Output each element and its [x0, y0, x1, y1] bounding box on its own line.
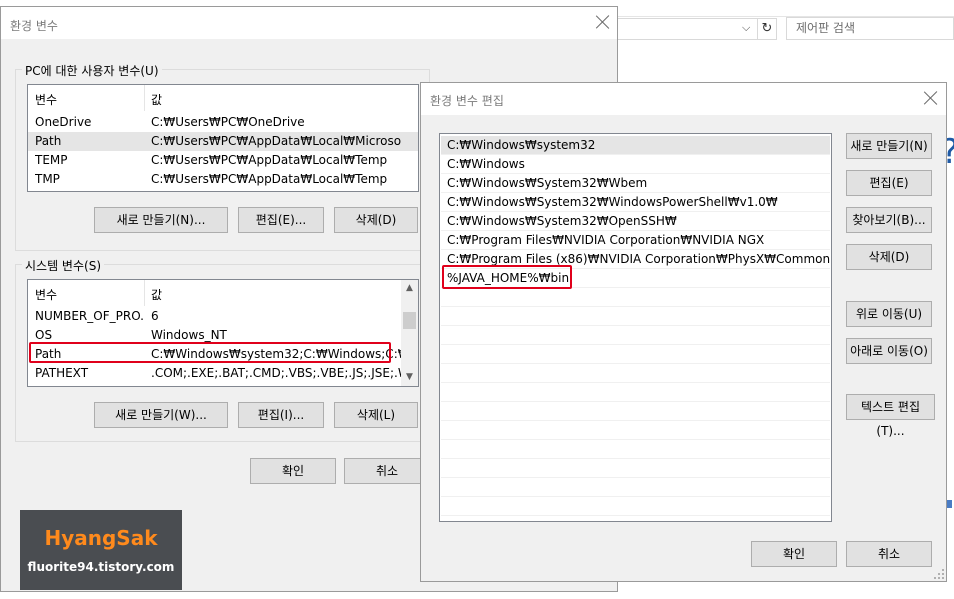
close-icon[interactable] [924, 91, 938, 105]
empty-row[interactable] [441, 440, 830, 459]
edit-dialog-title: 환경 변수 편집 [430, 94, 504, 108]
list-item[interactable]: C:₩Windows [441, 155, 830, 174]
edit-new-button[interactable]: 새로 만들기(N) [846, 133, 932, 159]
empty-row[interactable] [441, 345, 830, 364]
empty-row[interactable] [441, 364, 830, 383]
var-value: C:₩Users₩PC₩AppData₩Local₩Microsoft₩... [151, 134, 401, 148]
path-entry: C:₩Windows₩system32 [447, 138, 596, 152]
var-name: TEMP [35, 153, 68, 167]
column-header-variable[interactable]: 변수 [35, 286, 57, 303]
column-header-value[interactable]: 값 [151, 286, 162, 303]
refresh-icon[interactable]: ↻ [757, 18, 777, 40]
list-item[interactable]: C:₩Windows₩system32 [441, 136, 830, 155]
var-value: .COM;.EXE;.BAT;.CMD;.VBS;.VBE;.JS;.JSE;.… [151, 366, 401, 380]
list-item[interactable]: NUMBER_OF_PRO... 6 [28, 307, 418, 326]
list-item[interactable]: OneDrive C:₩Users₩PC₩OneDrive [28, 113, 418, 132]
edit-browse-button[interactable]: 찾아보기(B)... [846, 207, 932, 233]
empty-row[interactable] [441, 478, 830, 497]
system-edit-button[interactable]: 편집(I)... [238, 402, 324, 428]
var-value: C:₩Users₩PC₩OneDrive [151, 115, 305, 129]
empty-row[interactable] [441, 288, 830, 307]
user-vars-list[interactable]: 변수 값 OneDrive C:₩Users₩PC₩OneDrive Path … [27, 84, 419, 192]
edit-dialog-titlebar: 환경 변수 편집 [421, 83, 946, 115]
var-name: Path [35, 134, 62, 148]
chevron-down-icon[interactable]: ⌵ [742, 21, 750, 35]
var-name: TMP [35, 172, 60, 186]
path-entry: C:₩Program Files (x86)₩NVIDIA Corporatio… [447, 252, 831, 266]
var-value: C:₩Users₩PC₩AppData₩Local₩Temp [151, 172, 388, 186]
move-down-button[interactable]: 아래로 이동(O) [846, 338, 932, 364]
env-dialog-titlebar: 환경 변수 [1, 7, 617, 39]
close-icon[interactable] [596, 15, 610, 29]
user-new-button[interactable]: 새로 만들기(N)... [94, 207, 228, 233]
edit-env-variable-dialog: 환경 변수 편집 C:₩Windows₩system32 C:₩Windows … [420, 82, 947, 582]
list-item[interactable]: C:₩Windows₩System32₩Wbem [441, 174, 830, 193]
list-item[interactable]: Path C:₩Users₩PC₩AppData₩Local₩Microsoft… [28, 132, 418, 151]
user-delete-button[interactable]: 삭제(D) [334, 207, 418, 233]
scroll-up-icon[interactable]: ▲ [401, 280, 418, 297]
list-item[interactable]: PATHEXT .COM;.EXE;.BAT;.CMD;.VBS;.VBE;.J… [28, 364, 418, 383]
list-item[interactable]: TMP C:₩Users₩PC₩AppData₩Local₩Temp [28, 170, 418, 189]
env-dialog-title: 환경 변수 [10, 19, 58, 33]
empty-row[interactable] [441, 383, 830, 402]
empty-row[interactable] [441, 421, 830, 440]
system-vars-group-label: 시스템 변수(S) [22, 257, 104, 274]
column-header-variable[interactable]: 변수 [35, 91, 57, 108]
column-header-value[interactable]: 값 [151, 91, 162, 108]
background-window [618, 0, 954, 82]
empty-row[interactable] [441, 459, 830, 478]
system-new-button[interactable]: 새로 만들기(W)... [94, 402, 228, 428]
list-item[interactable]: C:₩Program Files₩NVIDIA Corporation₩NVID… [441, 231, 830, 250]
list-item[interactable]: C:₩Windows₩System32₩WindowsPowerShell₩v1… [441, 193, 830, 212]
var-value: Windows_NT [151, 328, 227, 342]
path-entry: C:₩Windows [447, 157, 525, 171]
address-bar[interactable] [618, 18, 758, 40]
empty-row[interactable] [441, 326, 830, 345]
empty-row[interactable] [441, 402, 830, 421]
var-value: 6 [151, 309, 159, 323]
var-name: NUMBER_OF_PRO... [35, 309, 143, 323]
edit-ok-button[interactable]: 확인 [751, 541, 837, 567]
list-item[interactable]: C:₩Windows₩System32₩OpenSSH₩ [441, 212, 830, 231]
user-vars-group-label: PC에 대한 사용자 변수(U) [22, 62, 162, 79]
watermark-url: fluorite94.tistory.com [27, 560, 175, 574]
empty-row[interactable] [441, 497, 830, 516]
watermark: HyangSak fluorite94.tistory.com [20, 510, 182, 590]
scroll-down-icon[interactable]: ▼ [401, 369, 418, 386]
resize-grip-icon[interactable] [934, 569, 944, 579]
var-value: C:₩Users₩PC₩AppData₩Local₩Temp [151, 153, 388, 167]
watermark-name: HyangSak [44, 526, 158, 550]
path-entry: C:₩Windows₩System32₩OpenSSH₩ [447, 214, 677, 228]
java-home-highlight [442, 265, 572, 289]
user-edit-button[interactable]: 편집(E)... [238, 207, 324, 233]
env-cancel-button[interactable]: 취소 [344, 458, 430, 484]
move-up-button[interactable]: 위로 이동(U) [846, 301, 932, 327]
path-entry: C:₩Windows₩System32₩Wbem [447, 176, 648, 190]
system-vars-scrollbar[interactable]: ▲ ▼ [401, 280, 418, 386]
edit-edit-button[interactable]: 편집(E) [846, 170, 932, 196]
list-header: 변수 값 [28, 280, 418, 306]
path-entry: C:₩Program Files₩NVIDIA Corporation₩NVID… [447, 233, 765, 247]
var-name: OS [35, 328, 53, 342]
edit-delete-button[interactable]: 삭제(D) [846, 244, 932, 270]
scroll-thumb[interactable] [403, 312, 416, 329]
list-item[interactable]: TEMP C:₩Users₩PC₩AppData₩Local₩Temp [28, 151, 418, 170]
path-highlight [29, 342, 391, 363]
var-name: PATHEXT [35, 366, 89, 380]
edit-cancel-button[interactable]: 취소 [846, 541, 932, 567]
edit-text-button[interactable]: 텍스트 편집(T)... [846, 394, 935, 438]
control-panel-search-input[interactable]: 제어판 검색 [786, 17, 954, 40]
path-list[interactable]: C:₩Windows₩system32 C:₩Windows C:₩Window… [439, 133, 832, 522]
list-header: 변수 값 [28, 85, 418, 111]
system-vars-list[interactable]: 변수 값 NUMBER_OF_PRO... 6 OS Windows_NT Pa… [27, 279, 419, 387]
system-delete-button[interactable]: 삭제(L) [334, 402, 418, 428]
env-ok-button[interactable]: 확인 [250, 458, 336, 484]
var-name: OneDrive [35, 115, 92, 129]
path-entry: C:₩Windows₩System32₩WindowsPowerShell₩v1… [447, 195, 778, 209]
empty-row[interactable] [441, 307, 830, 326]
